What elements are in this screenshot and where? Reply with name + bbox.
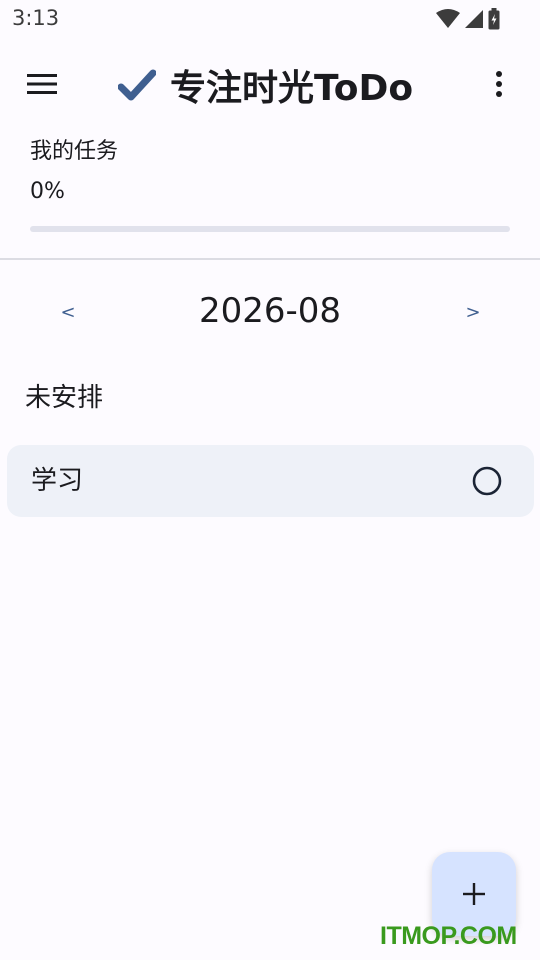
menu-button[interactable] — [22, 64, 62, 104]
wifi-icon — [436, 9, 460, 28]
checkmark-icon — [118, 69, 156, 101]
battery-icon — [488, 8, 500, 30]
prev-month-button[interactable]: < — [50, 294, 86, 330]
divider — [0, 258, 540, 260]
app-bar: 专注时光ToDo — [0, 50, 540, 120]
group-heading-unscheduled: 未安排 — [25, 383, 104, 413]
hamburger-menu-icon — [27, 74, 57, 94]
month-navigator: 2026-08 < > — [0, 286, 540, 336]
cell-signal-icon — [465, 10, 483, 28]
plus-icon — [463, 883, 485, 905]
app-title-wrap: 专注时光ToDo — [118, 60, 413, 110]
more-vert-icon — [496, 71, 502, 97]
status-icons — [436, 8, 500, 30]
status-bar: 3:13 — [0, 0, 540, 38]
app-title: 专注时光ToDo — [170, 68, 414, 109]
progress-bar — [30, 226, 510, 232]
progress-percent: 0% — [30, 179, 65, 204]
status-time: 3:13 — [12, 6, 60, 30]
task-title: 学习 — [31, 466, 84, 496]
my-tasks-label: 我的任务 — [30, 139, 119, 164]
task-progress-section: 我的任务 0% — [30, 134, 510, 232]
task-complete-circle-icon[interactable] — [472, 466, 502, 496]
more-options-button[interactable] — [484, 64, 514, 104]
task-item[interactable]: 学习 — [7, 445, 534, 517]
watermark: ITMOP.COM — [380, 922, 517, 950]
next-month-button[interactable]: > — [455, 294, 491, 330]
